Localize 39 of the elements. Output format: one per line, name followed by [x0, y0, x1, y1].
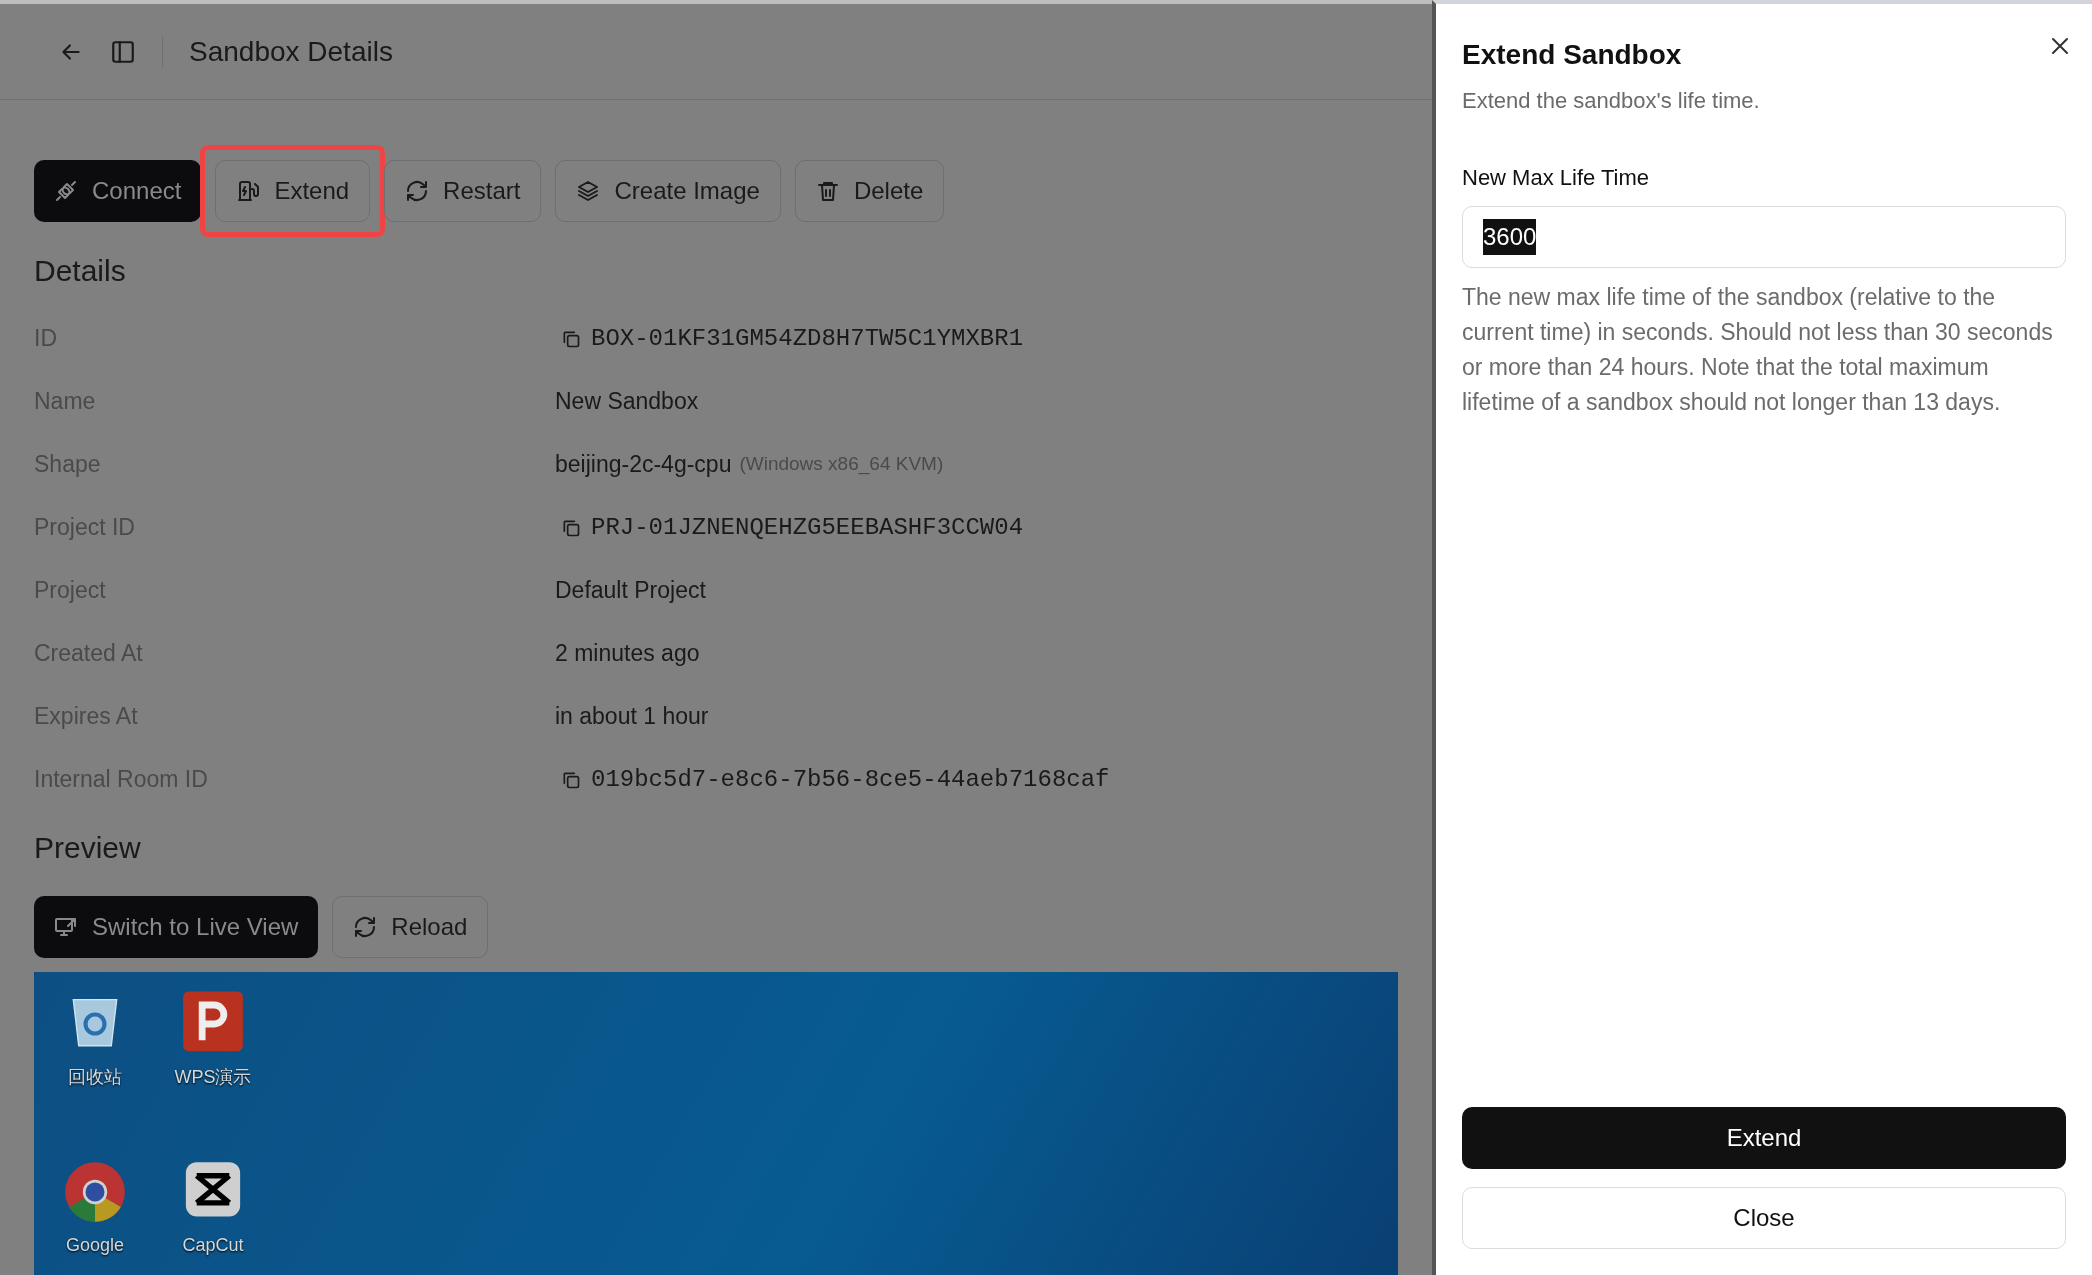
- page-title: Sandbox Details: [189, 34, 393, 69]
- field-value: BOX-01KF31GM54ZD8H7TW5C1YMXBR1: [591, 323, 1024, 354]
- trash-icon: [815, 179, 840, 203]
- plug-icon: [54, 179, 78, 203]
- field-value: PRJ-01JZNENQEHZG5EEBASHF3CCW04: [591, 512, 1024, 543]
- icon-label[interactable]: 回收站: [68, 1064, 122, 1091]
- action-button[interactable]: Create Image: [555, 160, 781, 222]
- action-button[interactable]: Restart: [384, 160, 542, 222]
- dialog-button[interactable]: Close: [1462, 1187, 2066, 1249]
- input-value: 3600: [1483, 219, 1537, 255]
- sidebar-toggle-icon: [110, 38, 136, 65]
- monitor-icon: [54, 915, 78, 939]
- field-value: in about 1 hour: [555, 702, 709, 732]
- icon-label[interactable]: CapCut: [182, 1232, 244, 1259]
- refresh-icon: [405, 179, 430, 203]
- help-text: The new max life time of the sandbox (relative to the current time) in seconds. Should not less than 30 seconds or more than 24 hours. Note that the total maximum lifetime of a sandbox should not longer than 13 days.: [1462, 283, 2054, 417]
- action-button[interactable]: Delete: [794, 160, 945, 222]
- icon-label[interactable]: Google: [65, 1232, 124, 1259]
- action-button[interactable]: Extend: [215, 160, 371, 222]
- dialog-button[interactable]: Extend: [1462, 1107, 2066, 1169]
- field-value: beijing-2c-4g-cpu: [555, 450, 732, 480]
- field-value: New Sandbox: [555, 387, 699, 417]
- field-value: Default Project: [555, 576, 706, 606]
- section-heading: Preview: [34, 830, 142, 866]
- input-field[interactable]: 3600: [1462, 206, 2066, 268]
- dialog-title: Extend Sandbox: [1462, 38, 1682, 72]
- field-value: 019bc5d7-e8c6-7b56-8ce5-44aeb7168caf: [591, 764, 1110, 795]
- dialog-subtitle: Extend the sandbox's life time.: [1462, 87, 1761, 115]
- refresh-icon: [353, 915, 378, 939]
- section-heading: Details: [34, 253, 127, 289]
- field-label: New Max Life Time: [1462, 164, 1651, 192]
- action-button[interactable]: Connect: [34, 160, 202, 222]
- sidebar-toggle-button[interactable]: [110, 38, 136, 65]
- icon-label[interactable]: WPS演示: [174, 1064, 252, 1091]
- preview-button[interactable]: Reload: [332, 896, 489, 958]
- field-value: 2 minutes ago: [555, 639, 700, 669]
- preview-button[interactable]: Switch to Live View: [34, 896, 319, 958]
- fuel-pump-icon: [236, 179, 261, 203]
- layers-icon: [576, 179, 601, 203]
